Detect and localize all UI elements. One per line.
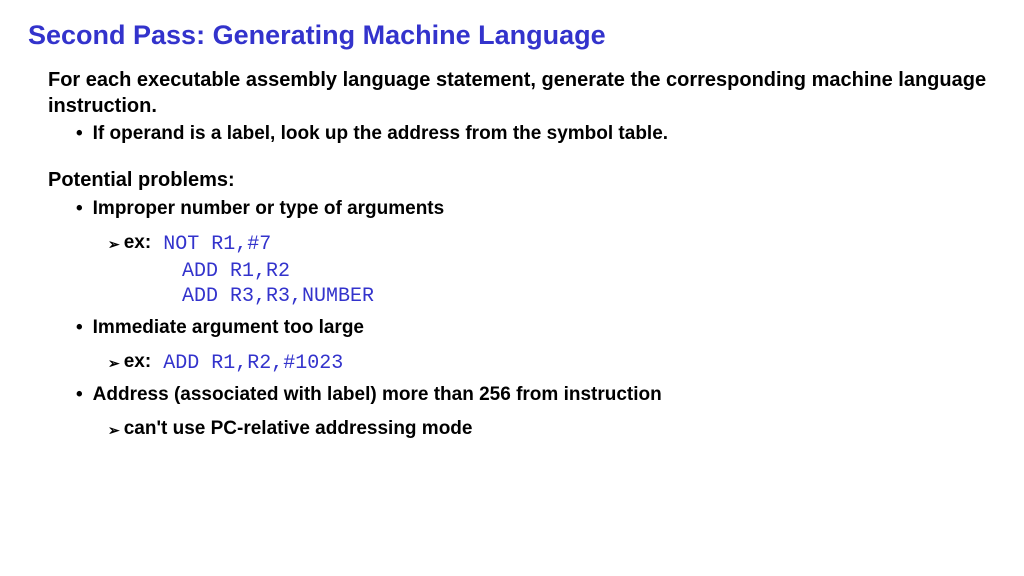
slide-title: Second Pass: Generating Machine Language — [28, 20, 996, 51]
code-line: ADD R1,R2,#1023 — [163, 351, 343, 376]
example-label: ex: — [124, 232, 151, 254]
problem-bullet-3: Address (associated with label) more tha… — [76, 384, 996, 406]
sub-text: can't use PC-relative addressing mode — [124, 418, 473, 440]
intro-bullet: If operand is a label, look up the addre… — [76, 123, 996, 145]
arrow-icon: ➢ — [108, 351, 120, 375]
prob3-sub-row: ➢ can't use PC-relative addressing mode — [108, 418, 996, 442]
arrow-icon: ➢ — [108, 418, 120, 442]
bullet-text: Improper number or type of arguments — [93, 198, 445, 220]
code-line: ADD R3,R3,NUMBER — [182, 284, 996, 309]
bullet-text: Address (associated with label) more tha… — [93, 384, 662, 406]
bullet-text: If operand is a label, look up the addre… — [93, 123, 668, 145]
problems-header: Potential problems: — [48, 169, 996, 192]
arrow-icon: ➢ — [108, 232, 120, 256]
intro-text: For each executable assembly language st… — [48, 67, 996, 119]
code-line: NOT R1,#7 — [163, 232, 271, 257]
bullet-text: Immediate argument too large — [93, 317, 364, 339]
example-label: ex: — [124, 351, 151, 373]
problem-bullet-1: Improper number or type of arguments — [76, 198, 996, 220]
example-row-2: ➢ ex: ADD R1,R2,#1023 — [108, 351, 996, 376]
code-line: ADD R1,R2 — [182, 259, 996, 284]
example-row-1: ➢ ex: NOT R1,#7 — [108, 232, 996, 257]
problem-bullet-2: Immediate argument too large — [76, 317, 996, 339]
